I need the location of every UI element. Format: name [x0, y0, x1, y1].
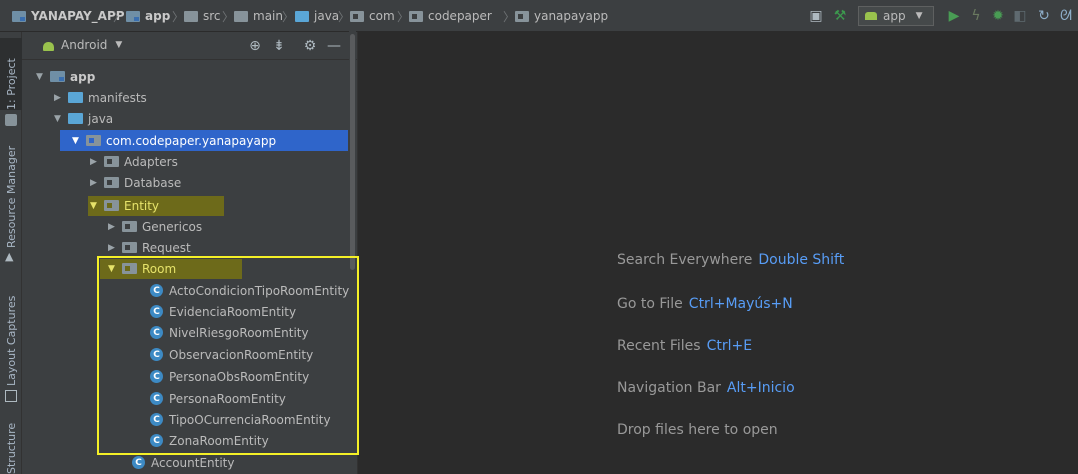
- expand-arrow-icon[interactable]: ▼: [72, 136, 86, 146]
- resource-manager-icon: ▲: [5, 250, 14, 263]
- chevron-down-icon: ▼: [115, 40, 123, 50]
- project-icon: [5, 114, 17, 126]
- tree-row-database[interactable]: ▶ Database: [90, 172, 181, 193]
- settings-gear-icon[interactable]: ⚙: [302, 38, 318, 54]
- package-icon: [515, 10, 529, 22]
- module-folder-icon: [50, 71, 65, 82]
- package-icon: [350, 10, 364, 22]
- tree-row-manifests[interactable]: ▶ manifests: [54, 87, 147, 108]
- breadcrumb-separator: 〉: [338, 10, 351, 24]
- collapse-arrow-icon[interactable]: ▶: [90, 178, 104, 188]
- package-icon: [104, 200, 119, 211]
- expand-arrow-icon[interactable]: ▼: [36, 72, 50, 82]
- package-icon: [104, 177, 119, 188]
- breadcrumb-project[interactable]: YANAPAY_APP: [12, 8, 125, 24]
- run-config-dropdown[interactable]: app ▼: [858, 6, 934, 26]
- breadcrumb-app[interactable]: app: [126, 8, 170, 24]
- locate-icon[interactable]: ⊕: [247, 38, 263, 54]
- folder-icon: [68, 92, 83, 103]
- package-icon: [122, 242, 137, 253]
- device-file-icon[interactable]: ▣: [808, 8, 824, 24]
- collapse-arrow-icon[interactable]: ▶: [108, 243, 122, 253]
- tab-layout-captures[interactable]: Layout Captures: [0, 290, 22, 386]
- tab-structure[interactable]: Structure: [0, 422, 22, 474]
- collapse-icon[interactable]: ⇟: [271, 38, 287, 54]
- collapse-arrow-icon[interactable]: ▶: [108, 222, 122, 232]
- debug-icon[interactable]: ✹: [990, 8, 1006, 24]
- hint-navigation-bar: Navigation Bar Alt+Inicio: [617, 380, 795, 396]
- package-icon: [86, 135, 101, 146]
- tree-row-adapters[interactable]: ▶ Adapters: [90, 151, 178, 172]
- sync-icon[interactable]: ↻: [1036, 8, 1052, 24]
- breadcrumb-src[interactable]: src: [184, 8, 221, 24]
- hint-search-everywhere: Search Everywhere Double Shift: [617, 252, 845, 268]
- tree-row-java[interactable]: ▼ java: [54, 108, 113, 129]
- package-icon: [409, 10, 423, 22]
- tree-scrollbar-thumb[interactable]: [350, 34, 355, 270]
- package-icon: [104, 156, 119, 167]
- hint-go-to-file: Go to File Ctrl+Mayús+N: [617, 296, 793, 312]
- hint-drop-files: Drop files here to open: [617, 422, 778, 438]
- package-icon: [122, 221, 137, 232]
- navigation-bar: YANAPAY_APP 〉 app 〉 src 〉 main 〉 java 〉 …: [0, 0, 1078, 32]
- chevron-down-icon: ▼: [915, 11, 923, 21]
- build-hammer-icon[interactable]: ⚒: [832, 8, 848, 24]
- breadcrumb-separator: 〉: [113, 10, 126, 24]
- breadcrumb-separator: 〉: [222, 10, 235, 24]
- breadcrumb-separator: 〉: [397, 10, 410, 24]
- tree-row-genericos[interactable]: ▶ Genericos: [108, 216, 202, 237]
- gradle-icon[interactable]: ᘛ: [1058, 8, 1074, 24]
- run-icon[interactable]: ▶: [946, 8, 962, 24]
- project-view-select[interactable]: Android ▼: [42, 38, 122, 52]
- android-icon: [42, 39, 55, 51]
- project-panel-header: Android ▼ ⊕ ⇟ ⚙ —: [22, 32, 358, 60]
- folder-icon: [184, 10, 198, 22]
- breadcrumb-yanapayapp[interactable]: yanapayapp: [515, 8, 608, 24]
- breadcrumb-com[interactable]: com: [350, 8, 395, 24]
- hide-icon[interactable]: —: [326, 38, 342, 54]
- tree-row-request[interactable]: ▶ Request: [108, 237, 191, 258]
- breadcrumb-separator: 〉: [282, 10, 295, 24]
- source-folder-icon: [295, 10, 309, 22]
- tab-resource-manager[interactable]: Resource Manager: [0, 138, 22, 248]
- breadcrumb-java[interactable]: java: [295, 8, 339, 24]
- expand-arrow-icon[interactable]: ▼: [90, 201, 104, 211]
- apply-changes-icon[interactable]: ϟ: [968, 8, 984, 24]
- folder-icon: [234, 10, 248, 22]
- breadcrumb-main[interactable]: main: [234, 8, 283, 24]
- collapse-arrow-icon[interactable]: ▶: [90, 157, 104, 167]
- tree-row-class[interactable]: C AccountEntity: [132, 452, 234, 473]
- source-folder-icon: [68, 113, 83, 124]
- collapse-arrow-icon[interactable]: ▶: [54, 93, 68, 103]
- module-folder-icon: [126, 10, 140, 22]
- class-icon: C: [132, 456, 145, 469]
- hint-recent-files: Recent Files Ctrl+E: [617, 338, 753, 354]
- tab-project[interactable]: 1: Project: [0, 38, 22, 110]
- breadcrumb-separator: 〉: [503, 10, 516, 24]
- breadcrumb-separator: 〉: [172, 10, 185, 24]
- expand-arrow-icon[interactable]: ▼: [54, 114, 68, 124]
- tree-row-entity[interactable]: ▼ Entity: [90, 195, 159, 216]
- tree-row-app[interactable]: ▼ app: [36, 66, 95, 87]
- layout-captures-icon: [5, 390, 17, 402]
- tool-window-strip: 1: Project Resource Manager ▲ Layout Cap…: [0, 32, 22, 474]
- annotation-highlight-box: [97, 256, 359, 455]
- tree-row-package-label[interactable]: ▼ com.codepaper.yanapayapp: [72, 130, 276, 151]
- android-icon: [865, 12, 877, 20]
- breadcrumb-codepaper[interactable]: codepaper: [409, 8, 492, 24]
- profile-icon[interactable]: ◧: [1012, 8, 1028, 24]
- project-folder-icon: [12, 10, 26, 22]
